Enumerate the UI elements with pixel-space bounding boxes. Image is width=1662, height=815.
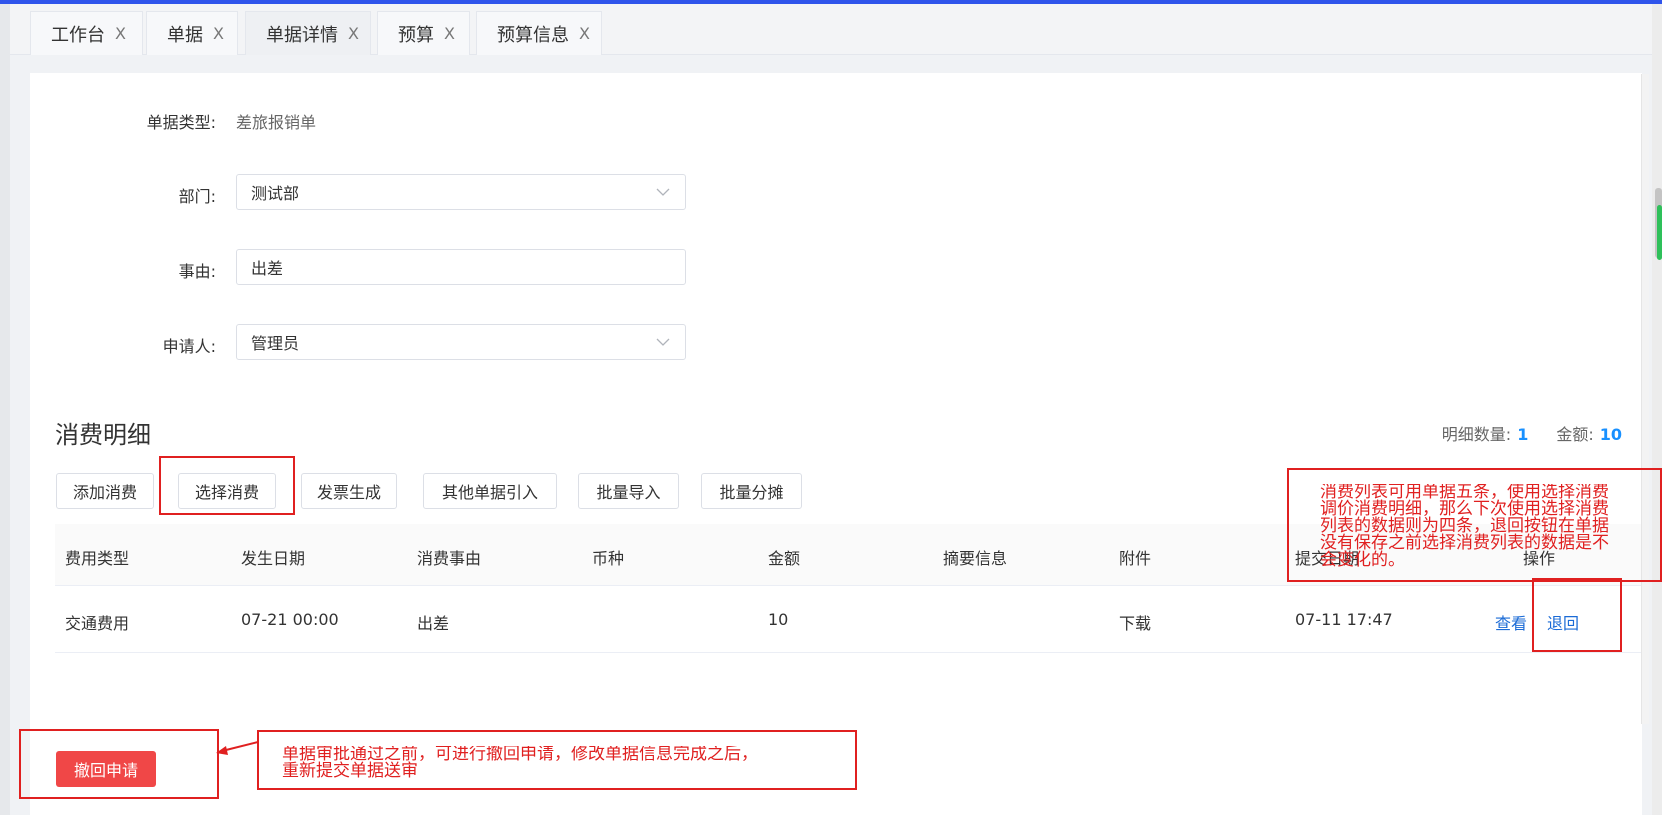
- document-detail-card: 单据类型: 差旅报销单 部门: 测试部 事由: 出差 申请人: 管理员 消费明细…: [30, 73, 1645, 815]
- tab-label: 预算信息: [497, 24, 569, 46]
- section-title: 消费明细: [55, 421, 151, 449]
- close-icon[interactable]: X: [579, 25, 590, 42]
- note-line: 重新提交单据送审: [282, 761, 418, 781]
- side-green-indicator: [1657, 205, 1662, 260]
- applicant-value: 管理员: [251, 334, 300, 353]
- cell-amount: 10: [768, 610, 789, 629]
- department-value: 测试部: [251, 184, 300, 203]
- right-annotation-text: 消费列表可用单据五条，使用选择消费 调价消费明细，那么下次使用选择消费 列表的数…: [1320, 484, 1662, 580]
- chevron-down-icon: [656, 188, 670, 196]
- applicant-label: 申请人:: [162, 337, 216, 356]
- tab-budget-info[interactable]: 预算信息 X: [476, 11, 602, 55]
- doc-type-value: 差旅报销单: [236, 113, 317, 132]
- arrow-icon: [216, 741, 259, 755]
- table-row: 交通费用 07-21 00:00 出差 10 下载 07-11 17:47 查看…: [55, 587, 1645, 653]
- tab-label: 单据详情: [266, 24, 338, 46]
- tab-workbench[interactable]: 工作台 X: [30, 11, 143, 55]
- count-label: 明细数量:: [1441, 425, 1512, 444]
- close-icon[interactable]: X: [213, 25, 224, 42]
- th-currency: 币种: [592, 549, 625, 568]
- th-attachment: 附件: [1119, 549, 1152, 568]
- reason-value: 出差: [251, 259, 284, 278]
- cell-expense-type: 交通费用: [65, 614, 130, 633]
- amount-value: 10: [1599, 425, 1622, 444]
- tab-budget[interactable]: 预算 X: [377, 11, 470, 55]
- th-expense-type: 费用类型: [65, 549, 130, 568]
- th-summary: 摘要信息: [943, 549, 1008, 568]
- highlight-return-link: [1532, 578, 1622, 652]
- tab-label: 工作台: [51, 24, 105, 46]
- note-line: 会变化的。: [1320, 550, 1405, 570]
- tab-label: 单据: [167, 24, 203, 46]
- inner-scrollbar[interactable]: [1641, 74, 1649, 724]
- close-icon[interactable]: X: [348, 25, 359, 42]
- view-link[interactable]: 查看: [1495, 610, 1527, 634]
- close-icon[interactable]: X: [115, 25, 126, 42]
- left-sidebar-edge: [0, 4, 10, 815]
- th-date: 发生日期: [241, 549, 306, 568]
- th-amount: 金额: [768, 549, 801, 568]
- cell-date: 07-21 00:00: [241, 610, 339, 629]
- add-expense-button[interactable]: 添加消费: [56, 473, 154, 509]
- cell-submit-date: 07-11 17:47: [1295, 610, 1393, 629]
- applicant-select[interactable]: 管理员: [236, 324, 686, 360]
- detail-summary: 明细数量: 1 金额: 10: [1442, 421, 1622, 445]
- batch-import-button[interactable]: 批量导入: [578, 473, 679, 509]
- count-value: 1: [1517, 425, 1529, 444]
- doc-type-label: 单据类型:: [146, 113, 216, 132]
- tab-label: 预算: [398, 24, 434, 46]
- th-reason: 消费事由: [417, 549, 482, 568]
- highlight-select-expense: [159, 456, 295, 515]
- bottom-annotation-text: 单据审批通过之前，可进行撤回申请，修改单据信息完成之后， 重新提交单据送审: [282, 746, 852, 784]
- invoice-generate-button[interactable]: 发票生成: [301, 473, 397, 509]
- highlight-recall-button: [19, 729, 219, 799]
- page-scrollbar-track[interactable]: [1652, 4, 1662, 815]
- department-select[interactable]: 测试部: [236, 174, 686, 210]
- tab-documents[interactable]: 单据 X: [146, 11, 238, 55]
- tab-document-detail[interactable]: 单据详情 X: [245, 11, 371, 55]
- amount-label: 金额:: [1556, 425, 1594, 444]
- tab-bar: 工作台 X 单据 X 单据详情 X 预算 X 预算信息 X: [10, 4, 1662, 55]
- batch-split-button[interactable]: 批量分摊: [701, 473, 802, 509]
- download-link[interactable]: 下载: [1119, 610, 1151, 634]
- cell-reason: 出差: [417, 614, 450, 633]
- reason-label: 事由:: [178, 262, 216, 281]
- import-other-docs-button[interactable]: 其他单据引入: [423, 473, 557, 509]
- department-label: 部门:: [178, 187, 216, 206]
- reason-input[interactable]: 出差: [236, 249, 686, 285]
- chevron-down-icon: [656, 338, 670, 346]
- close-icon[interactable]: X: [444, 25, 455, 42]
